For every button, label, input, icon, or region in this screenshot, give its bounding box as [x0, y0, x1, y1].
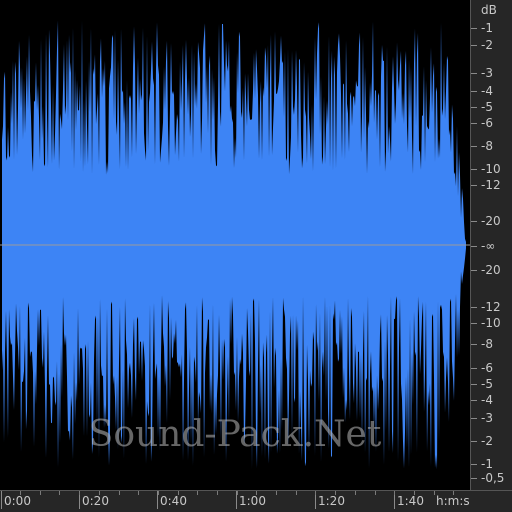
- db-label: -20: [481, 263, 501, 277]
- time-label: 1:40: [397, 494, 424, 508]
- db-tick: [471, 28, 477, 29]
- time-unit-label: h:m:s: [436, 494, 470, 508]
- time-tick: [1, 491, 2, 509]
- db-tick: [471, 123, 477, 124]
- time-minor-tick: [59, 491, 60, 495]
- db-tick: [471, 45, 477, 46]
- time-minor-tick: [335, 491, 336, 495]
- db-tick: [471, 464, 477, 465]
- waveform-panel[interactable]: Sound-Pack.Net: [0, 0, 470, 490]
- db-tick: [471, 478, 477, 479]
- time-minor-tick: [237, 491, 238, 495]
- time-label: 0:20: [82, 494, 109, 508]
- db-label: -3: [481, 411, 493, 425]
- db-tick: [471, 400, 477, 401]
- db-label: -0,5: [481, 471, 505, 485]
- time-minor-tick: [296, 491, 297, 495]
- time-minor-tick: [40, 491, 41, 495]
- db-label: -5: [481, 377, 493, 391]
- db-label: -2: [481, 434, 493, 448]
- time-minor-tick: [394, 491, 395, 495]
- db-tick: [471, 270, 477, 271]
- db-tick: [471, 418, 477, 419]
- db-tick: [471, 307, 477, 308]
- time-minor-tick: [79, 491, 80, 495]
- db-label: -1: [481, 457, 493, 471]
- db-tick: [471, 384, 477, 385]
- time-minor-tick: [375, 491, 376, 495]
- db-label: -6: [481, 361, 493, 375]
- audio-editor: Sound-Pack.Net dB -1 -2 -3 -4 -5 -6 -8 -10 -12 -2…: [0, 0, 512, 512]
- time-label: 0:40: [160, 494, 187, 508]
- time-label: 0:00: [4, 494, 31, 508]
- time-minor-tick: [158, 491, 159, 495]
- db-tick: [471, 441, 477, 442]
- db-tick: [471, 368, 477, 369]
- db-tick: [471, 246, 477, 247]
- db-label: -8: [481, 337, 493, 351]
- db-tick: [471, 221, 477, 222]
- time-minor-tick: [119, 491, 120, 495]
- db-label: -4: [481, 84, 493, 98]
- db-label: -10: [481, 162, 501, 176]
- waveform-display[interactable]: [0, 0, 470, 490]
- db-label: -8: [481, 139, 493, 153]
- db-label: -∞: [481, 239, 496, 253]
- db-ruler: dB -1 -2 -3 -4 -5 -6 -8 -10 -12 -20 -∞ -20 -12 -10 -8 -…: [470, 0, 512, 490]
- time-minor-tick: [178, 491, 179, 495]
- db-label: -10: [481, 316, 501, 330]
- db-tick: [471, 344, 477, 345]
- db-unit-label: dB: [481, 3, 497, 17]
- db-tick: [471, 73, 477, 74]
- time-minor-tick: [315, 491, 316, 495]
- db-tick: [471, 323, 477, 324]
- time-ruler[interactable]: 0:00 0:20 0:40 1:00 1:20 1:40 h:m:s: [0, 490, 512, 512]
- db-tick: [471, 169, 477, 170]
- time-label: 1:20: [318, 494, 345, 508]
- time-minor-tick: [197, 491, 198, 495]
- time-minor-tick: [99, 491, 100, 495]
- db-label: -20: [481, 214, 501, 228]
- db-tick: [471, 107, 477, 108]
- time-minor-tick: [20, 491, 21, 495]
- time-minor-tick: [256, 491, 257, 495]
- db-label: -6: [481, 116, 493, 130]
- db-label: -12: [481, 300, 501, 314]
- db-label: -12: [481, 178, 501, 192]
- db-label: -2: [481, 38, 493, 52]
- time-minor-tick: [138, 491, 139, 495]
- time-minor-tick: [434, 491, 435, 495]
- time-label: 1:00: [239, 494, 266, 508]
- time-minor-tick: [355, 491, 356, 495]
- db-tick: [471, 146, 477, 147]
- db-label: -4: [481, 393, 493, 407]
- time-minor-tick: [276, 491, 277, 495]
- db-label: -1: [481, 21, 493, 35]
- db-label: -3: [481, 66, 493, 80]
- db-label: -5: [481, 100, 493, 114]
- time-minor-tick: [414, 491, 415, 495]
- time-minor-tick: [217, 491, 218, 495]
- db-tick: [471, 91, 477, 92]
- db-tick: [471, 185, 477, 186]
